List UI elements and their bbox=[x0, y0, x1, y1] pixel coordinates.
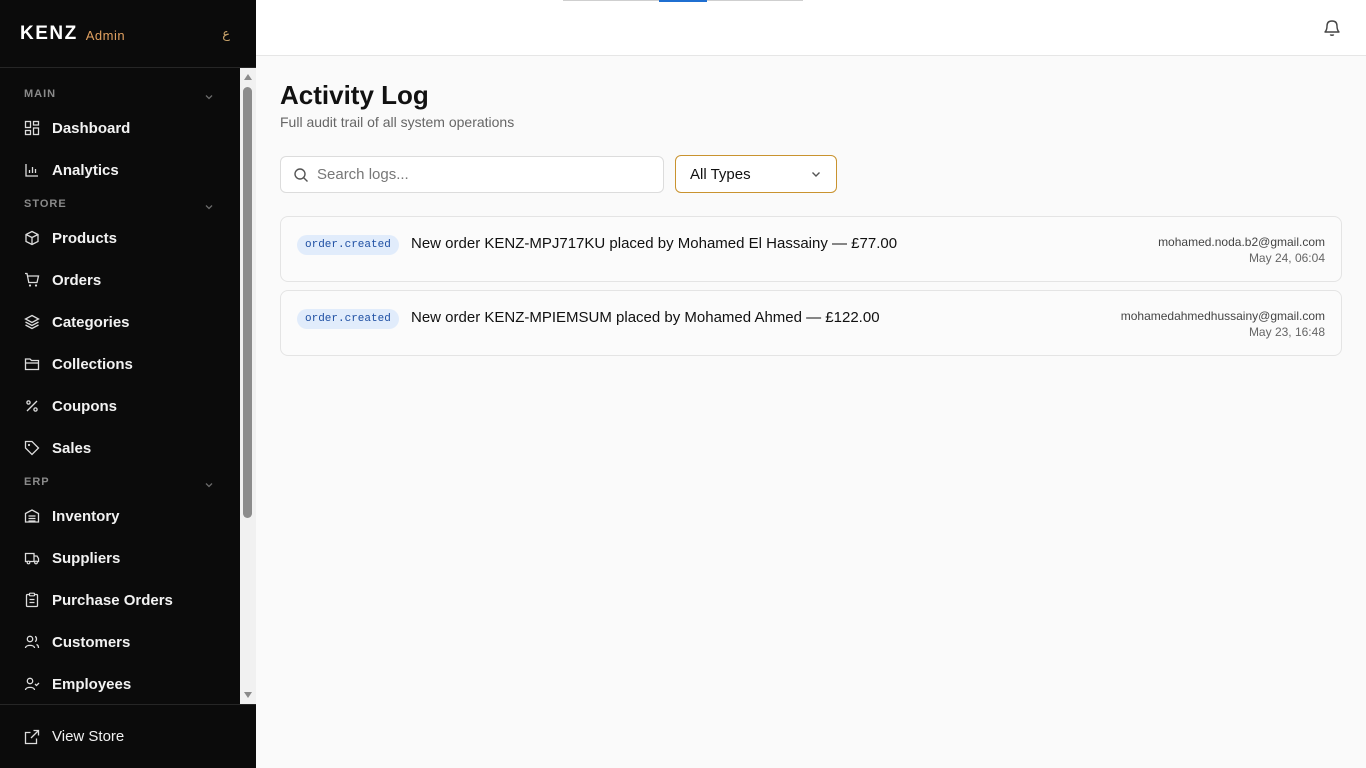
page-subtitle: Full audit trail of all system operation… bbox=[280, 114, 515, 130]
log-message: New order KENZ-MPIEMSUM placed by Mohame… bbox=[411, 309, 880, 326]
brand-header: KENZ Admin ع bbox=[0, 0, 256, 68]
sidebar-item-analytics[interactable]: Analytics bbox=[0, 149, 240, 191]
sidebar-item-label: Inventory bbox=[52, 507, 120, 525]
sidebar-nav: MAIN Dashboard Analytics STORE Products bbox=[0, 68, 256, 704]
sidebar-item-employees[interactable]: Employees bbox=[0, 663, 240, 704]
language-toggle[interactable]: ع bbox=[222, 26, 230, 42]
sidebar-item-label: Sales bbox=[52, 439, 92, 457]
top-progress-indicator bbox=[659, 0, 707, 2]
sidebar-item-categories[interactable]: Categories bbox=[0, 301, 240, 343]
log-type-badge: order.created bbox=[297, 235, 399, 255]
sidebar-item-label: Suppliers bbox=[52, 549, 121, 567]
log-timestamp: May 23, 16:48 bbox=[1248, 325, 1325, 339]
user-check-icon bbox=[24, 676, 40, 692]
sidebar-item-label: Purchase Orders bbox=[52, 591, 173, 609]
clipboard-icon bbox=[24, 592, 40, 608]
type-filter-value: All Types bbox=[690, 165, 751, 183]
sidebar-item-dashboard[interactable]: Dashboard bbox=[0, 107, 240, 149]
sidebar-item-products[interactable]: Products bbox=[0, 217, 240, 259]
log-message: New order KENZ-MPJ717KU placed by Mohame… bbox=[411, 235, 898, 252]
sidebar-item-customers[interactable]: Customers bbox=[0, 621, 240, 663]
tag-icon bbox=[24, 440, 40, 456]
percent-icon bbox=[24, 398, 40, 414]
folder-icon bbox=[24, 356, 40, 372]
search-icon bbox=[293, 167, 309, 183]
section-label: ERP bbox=[24, 476, 50, 488]
log-timestamp: May 24, 06:04 bbox=[1248, 251, 1325, 265]
sidebar-item-purchase-orders[interactable]: Purchase Orders bbox=[0, 579, 240, 621]
sidebar-item-label: Dashboard bbox=[52, 119, 131, 137]
cart-icon bbox=[24, 272, 40, 288]
sidebar-item-label: Analytics bbox=[52, 161, 119, 179]
search-input[interactable] bbox=[317, 166, 637, 183]
section-store-header[interactable]: STORE bbox=[0, 191, 240, 217]
sidebar-item-label: Collections bbox=[52, 355, 133, 373]
section-erp-header[interactable]: ERP bbox=[0, 469, 240, 495]
sidebar-nav-scroll: MAIN Dashboard Analytics STORE Products bbox=[0, 68, 240, 704]
type-filter-select[interactable]: All Types bbox=[675, 155, 837, 193]
chevron-down-icon bbox=[204, 477, 214, 488]
sidebar-item-label: Customers bbox=[52, 633, 131, 651]
sidebar-item-coupons[interactable]: Coupons bbox=[0, 385, 240, 427]
log-type-badge: order.created bbox=[297, 309, 399, 329]
bell-icon[interactable] bbox=[1322, 18, 1342, 38]
view-store-link[interactable]: View Store bbox=[0, 704, 256, 768]
package-icon bbox=[24, 230, 40, 246]
sidebar-scrollbar[interactable] bbox=[240, 68, 256, 704]
page-title: Activity Log bbox=[280, 80, 429, 110]
log-meta: mohamed.noda.b2@gmail.com May 24, 06:04 bbox=[1158, 234, 1325, 266]
sidebar-item-label: Coupons bbox=[52, 397, 117, 415]
section-main-header[interactable]: MAIN bbox=[0, 81, 240, 107]
top-bar bbox=[256, 0, 1366, 56]
scroll-up-arrow-icon[interactable] bbox=[244, 74, 252, 80]
view-store-label: View Store bbox=[52, 728, 125, 745]
log-meta: mohamedahmedhussainy@gmail.com May 23, 1… bbox=[1121, 308, 1325, 340]
chevron-down-icon bbox=[204, 199, 214, 210]
sidebar-item-sales[interactable]: Sales bbox=[0, 427, 240, 469]
users-icon bbox=[24, 634, 40, 650]
sidebar-item-label: Employees bbox=[52, 675, 132, 693]
sidebar-item-orders[interactable]: Orders bbox=[0, 259, 240, 301]
section-label: STORE bbox=[24, 198, 67, 210]
brand-admin-label: Admin bbox=[85, 27, 126, 43]
layers-icon bbox=[24, 314, 40, 330]
log-user-email: mohamedahmedhussainy@gmail.com bbox=[1120, 309, 1325, 323]
sidebar-item-label: Products bbox=[52, 229, 118, 247]
scroll-down-arrow-icon[interactable] bbox=[244, 692, 252, 698]
warehouse-icon bbox=[24, 508, 40, 524]
log-entry[interactable]: order.created New order KENZ-MPIEMSUM pl… bbox=[280, 290, 1342, 356]
sidebar-item-label: Categories bbox=[52, 313, 130, 331]
sidebar-item-inventory[interactable]: Inventory bbox=[0, 495, 240, 537]
external-link-icon bbox=[24, 729, 40, 745]
sidebar-item-collections[interactable]: Collections bbox=[0, 343, 240, 385]
search-box[interactable] bbox=[280, 156, 664, 193]
sidebar: KENZ Admin ع MAIN Dashboard Analytics ST… bbox=[0, 0, 256, 768]
dashboard-icon bbox=[24, 120, 40, 136]
sidebar-item-label: Orders bbox=[52, 271, 102, 289]
chevron-down-icon bbox=[204, 89, 214, 100]
chevron-down-icon bbox=[810, 168, 822, 180]
section-label: MAIN bbox=[24, 88, 57, 100]
bar-chart-icon bbox=[24, 162, 40, 178]
log-entry[interactable]: order.created New order KENZ-MPJ717KU pl… bbox=[280, 216, 1342, 282]
truck-icon bbox=[24, 550, 40, 566]
brand-logo[interactable]: KENZ bbox=[20, 23, 78, 45]
log-user-email: mohamed.noda.b2@gmail.com bbox=[1158, 235, 1325, 249]
scrollbar-thumb[interactable] bbox=[243, 87, 252, 518]
sidebar-item-suppliers[interactable]: Suppliers bbox=[0, 537, 240, 579]
